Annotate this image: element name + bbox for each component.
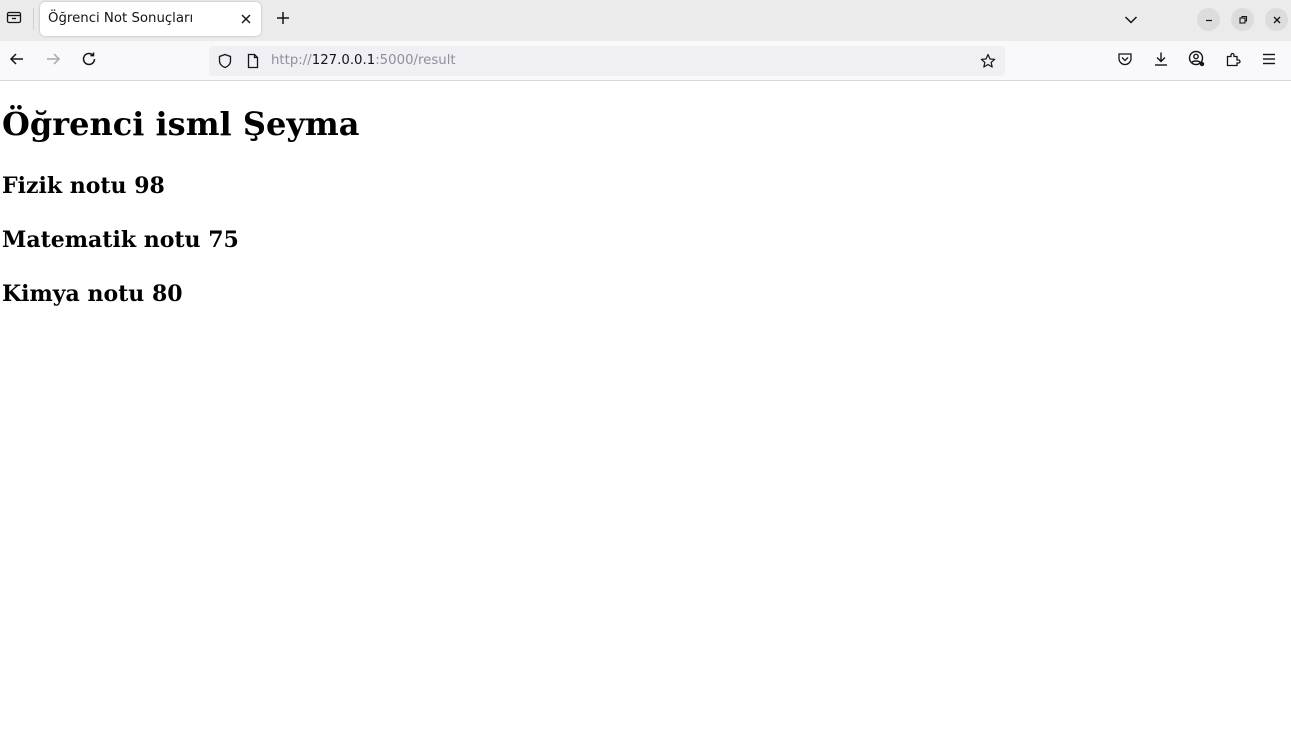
download-icon [1153, 51, 1169, 71]
url-host: 127.0.0.1 [311, 53, 376, 68]
url-text[interactable]: http://127.0.0.1:5000/result [271, 53, 456, 68]
shield-icon[interactable] [217, 53, 233, 69]
url-scheme: http:// [271, 53, 312, 68]
hamburger-menu-icon [1261, 51, 1277, 71]
tab-active[interactable]: Öğrenci Not Sonuçları [40, 2, 261, 36]
page-content: Öğrenci isml Şeyma Fizik notu 98 Matemat… [0, 82, 1291, 730]
list-all-tabs-button[interactable] [1120, 8, 1142, 30]
reload-icon [81, 51, 97, 71]
restore-window-button[interactable] [1231, 8, 1254, 31]
student-name-heading: Öğrenci isml Şeyma [2, 105, 360, 143]
minimize-window-button[interactable] [1197, 8, 1220, 31]
chevron-down-icon [1124, 10, 1138, 29]
physics-grade: Fizik notu 98 [2, 173, 165, 199]
tab-list-icon [6, 9, 22, 29]
close-icon [1272, 10, 1282, 29]
pocket-icon [1117, 51, 1133, 71]
tab-close-button[interactable] [238, 11, 254, 27]
star-icon[interactable] [980, 53, 996, 69]
extensions-button[interactable] [1221, 49, 1245, 73]
back-button[interactable] [5, 49, 29, 73]
minimize-icon [1204, 10, 1214, 29]
restore-icon [1238, 10, 1248, 29]
forward-button[interactable] [41, 49, 65, 73]
page-icon[interactable] [245, 53, 261, 69]
account-icon [1188, 50, 1206, 72]
new-tab-button[interactable] [270, 7, 295, 32]
puzzle-icon [1225, 51, 1241, 71]
arrow-right-icon [45, 51, 61, 71]
downloads-button[interactable] [1149, 49, 1173, 73]
open-menu-button[interactable] [1257, 49, 1281, 73]
close-icon [240, 10, 252, 29]
chemistry-grade: Kimya notu 80 [2, 281, 183, 307]
url-path: :5000/result [375, 53, 456, 68]
navigation-toolbar: http://127.0.0.1:5000/result [0, 41, 1291, 81]
math-grade: Matematik notu 75 [2, 227, 239, 253]
account-button[interactable] [1185, 49, 1209, 73]
tab-strip: Öğrenci Not Sonuçları [0, 0, 1291, 41]
tab-list-button[interactable] [0, 4, 28, 34]
close-window-button[interactable] [1265, 8, 1288, 31]
tab-title: Öğrenci Not Sonuçları [48, 11, 194, 26]
tab-strip-divider [33, 8, 34, 30]
address-bar[interactable]: http://127.0.0.1:5000/result [209, 46, 1005, 76]
plus-icon [276, 10, 290, 29]
reload-button[interactable] [77, 49, 101, 73]
pocket-button[interactable] [1113, 49, 1137, 73]
arrow-left-icon [9, 51, 25, 71]
